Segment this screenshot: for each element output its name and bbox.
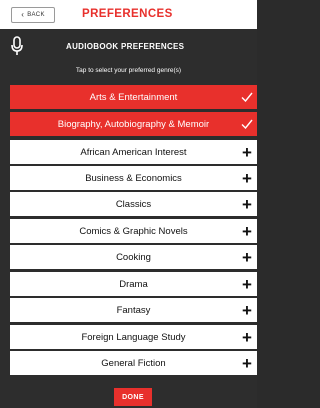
genre-row[interactable]: African American Interest + [10,140,257,164]
genre-row[interactable]: Comics & Graphic Novels + [10,219,257,243]
panel-title: AUDIOBOOK PREFERENCES [66,42,185,51]
genre-label: Comics & Graphic Novels [79,225,188,237]
plus-icon: + [242,221,252,241]
plus-icon: + [242,274,252,294]
genre-label: Biography, Autobiography & Memoir [57,118,210,130]
microphone-icon[interactable] [10,36,24,56]
genre-label: General Fiction [101,357,166,369]
panel-hint: Tap to select your preferred genre(s) [75,67,182,74]
genre-row[interactable]: Fantasy + [10,298,257,322]
plus-icon: + [242,300,252,320]
genre-row[interactable]: General Fiction + [10,351,257,375]
back-button[interactable]: ‹ BACK [11,7,55,23]
done-button[interactable]: DONE [114,388,152,406]
checkmark-icon [240,112,254,136]
top-bar: ‹ BACK PREFERENCES [0,0,257,29]
genre-label: Business & Economics [85,172,182,184]
plus-icon: + [242,142,252,162]
genre-row[interactable]: Arts & Entertainment [10,85,257,109]
genre-row[interactable]: Cooking + [10,245,257,269]
genre-label: African American Interest [80,146,187,158]
genre-row[interactable]: Business & Economics + [10,166,257,190]
chevron-left-icon: ‹ [21,10,25,19]
plus-icon: + [242,327,252,347]
plus-icon: + [242,168,252,188]
genre-row[interactable]: Biography, Autobiography & Memoir [10,112,257,136]
genre-label: Fantasy [116,304,151,316]
genre-label: Drama [119,278,148,290]
genre-row[interactable]: Classics + [10,192,257,216]
genre-label: Foreign Language Study [81,331,186,343]
genre-label: Cooking [116,251,151,263]
plus-icon: + [242,194,252,214]
genre-row[interactable]: Drama + [10,272,257,296]
checkmark-icon [240,85,254,109]
genre-row[interactable]: Foreign Language Study + [10,325,257,349]
back-label: BACK [27,12,45,18]
page-title: PREFERENCES [82,8,173,20]
plus-icon: + [242,353,252,373]
genre-label: Arts & Entertainment [89,91,178,103]
genre-label: Classics [115,198,152,210]
plus-icon: + [242,247,252,267]
